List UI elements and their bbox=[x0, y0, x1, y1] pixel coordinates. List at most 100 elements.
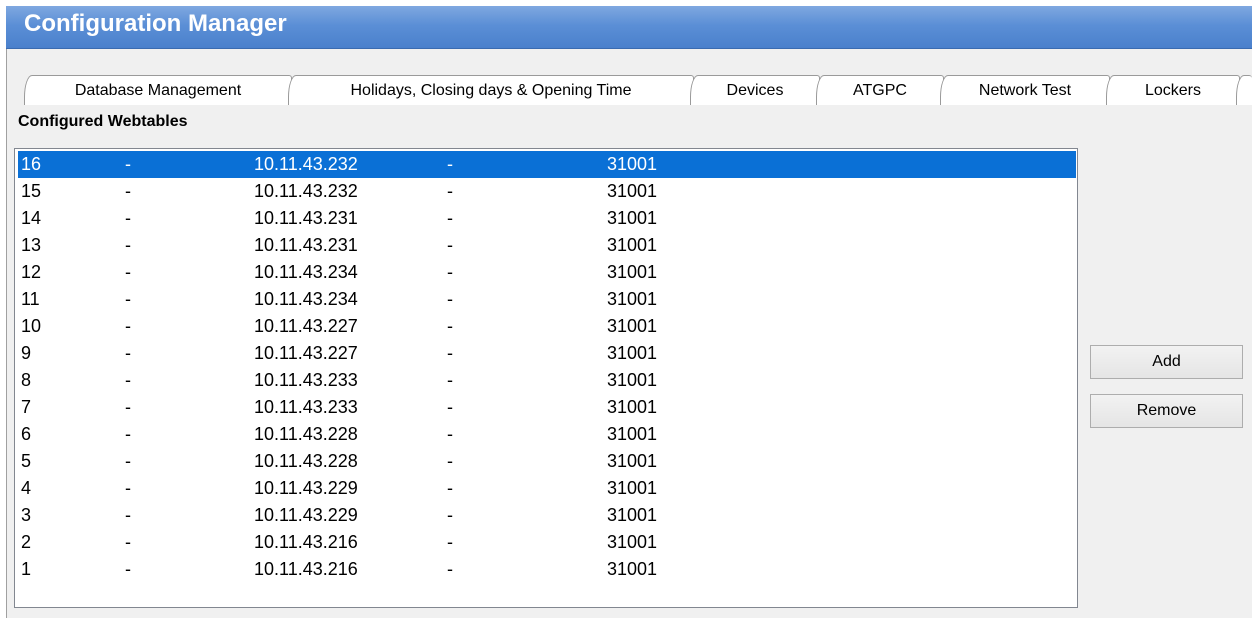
row-ip-address: 10.11.43.229 bbox=[254, 478, 358, 498]
row-separator: - bbox=[125, 154, 131, 174]
webtables-listbox[interactable]: 16-10.11.43.232-31001 15-10.11.43.232-310… bbox=[14, 148, 1078, 608]
row-separator: - bbox=[447, 343, 453, 363]
row-separator: - bbox=[125, 559, 131, 579]
row-ip-address: 10.11.43.228 bbox=[254, 451, 358, 471]
row-port: 31001 bbox=[607, 370, 658, 390]
row-separator: - bbox=[447, 532, 453, 552]
row-separator: - bbox=[447, 289, 453, 309]
row-port: 31001 bbox=[607, 505, 658, 525]
row-id: 5 bbox=[21, 451, 32, 471]
row-separator: - bbox=[447, 316, 453, 336]
tab-holidays-closing-days-opening-time[interactable]: Holidays, Closing days & Opening Time bbox=[288, 75, 694, 105]
tab-database-management[interactable]: Database Management bbox=[24, 75, 292, 105]
row-separator: - bbox=[125, 532, 131, 552]
row-port: 31001 bbox=[607, 478, 658, 498]
row-separator: - bbox=[447, 370, 453, 390]
row-ip-address: 10.11.43.233 bbox=[254, 397, 358, 417]
row-port: 31001 bbox=[607, 316, 658, 336]
tab-network-test[interactable]: Network Test bbox=[940, 75, 1110, 105]
row-separator: - bbox=[125, 451, 131, 471]
list-item[interactable]: 4 - 10.11.43.229 - 31001 bbox=[18, 475, 1076, 502]
row-id: 13 bbox=[21, 235, 42, 255]
list-item[interactable]: 3 - 10.11.43.229 - 31001 bbox=[18, 502, 1076, 529]
row-separator: - bbox=[447, 262, 453, 282]
row-ip-address: 10.11.43.216 bbox=[254, 559, 358, 579]
row-separator: - bbox=[125, 424, 131, 444]
row-separator: - bbox=[125, 235, 131, 255]
add-button-label: Add bbox=[1152, 353, 1181, 370]
row-ip-address: 10.11.43.234 bbox=[254, 262, 358, 282]
row-port: 31001 bbox=[607, 181, 658, 201]
remove-button-label: Remove bbox=[1136, 402, 1197, 419]
tab-atgpc[interactable]: ATGPC bbox=[816, 75, 944, 105]
row-ip-address: 10.11.43.216 bbox=[254, 532, 358, 552]
tab-label: Lockers bbox=[1144, 81, 1202, 99]
row-id: 15 bbox=[21, 181, 42, 201]
list-item[interactable]: 14 - 10.11.43.231 - 31001 bbox=[18, 205, 1076, 232]
list-item[interactable]: 1 - 10.11.43.216 - 31001 bbox=[18, 556, 1076, 583]
list-item[interactable]: 12 - 10.11.43.234 - 31001 bbox=[18, 259, 1076, 286]
section-label: Configured Webtables bbox=[18, 113, 188, 130]
configuration-manager-window: Configuration Manager Database Managemen… bbox=[0, 0, 1252, 618]
row-id: 14 bbox=[21, 208, 42, 228]
tab-lockers[interactable]: Lockers bbox=[1106, 75, 1240, 105]
row-port: 31001 bbox=[607, 559, 658, 579]
row-ip-address: 10.11.43.234 bbox=[254, 289, 358, 309]
list-item[interactable]: 16 - 10.11.43.232 - 31001 bbox=[18, 151, 1076, 178]
tab-devices[interactable]: Devices bbox=[690, 75, 820, 105]
tab-label: Devices bbox=[726, 81, 784, 99]
row-separator: - bbox=[125, 289, 131, 309]
row-separator: - bbox=[125, 505, 131, 525]
list-item[interactable]: 13 - 10.11.43.231 - 31001 bbox=[18, 232, 1076, 259]
row-ip-address: 10.11.43.232 bbox=[254, 181, 358, 201]
list-item[interactable]: 10 - 10.11.43.227 - 31001 bbox=[18, 313, 1076, 340]
list-item[interactable]: 7 - 10.11.43.233 - 31001 bbox=[18, 394, 1076, 421]
row-separator: - bbox=[447, 559, 453, 579]
row-id: 3 bbox=[21, 505, 32, 525]
row-separator: - bbox=[447, 154, 453, 174]
row-separator: - bbox=[447, 478, 453, 498]
list-item[interactable]: 9 - 10.11.43.227 - 31001 bbox=[18, 340, 1076, 367]
remove-button[interactable]: Remove bbox=[1090, 394, 1243, 428]
row-ip-address: 10.11.43.229 bbox=[254, 505, 358, 525]
row-ip-address: 10.11.43.231 bbox=[254, 235, 358, 255]
row-id: 16 bbox=[21, 154, 42, 174]
row-separator: - bbox=[447, 208, 453, 228]
window-title: Configuration Manager bbox=[24, 10, 287, 37]
row-port: 31001 bbox=[607, 262, 658, 282]
add-button[interactable]: Add bbox=[1090, 345, 1243, 379]
row-separator: - bbox=[125, 478, 131, 498]
tab-overflow[interactable] bbox=[1236, 75, 1252, 105]
tab-label: ATGPC bbox=[853, 81, 907, 99]
row-separator: - bbox=[125, 343, 131, 363]
row-separator: - bbox=[447, 505, 453, 525]
row-separator: - bbox=[125, 181, 131, 201]
list-item[interactable]: 15 - 10.11.43.232 - 31001 bbox=[18, 178, 1076, 205]
row-id: 7 bbox=[21, 397, 32, 417]
row-port: 31001 bbox=[607, 289, 658, 309]
row-port: 31001 bbox=[607, 343, 658, 363]
row-separator: - bbox=[125, 370, 131, 390]
row-separator: - bbox=[447, 235, 453, 255]
row-separator: - bbox=[447, 451, 453, 471]
list-item[interactable]: 6 - 10.11.43.228 - 31001 bbox=[18, 421, 1076, 448]
row-separator: - bbox=[447, 424, 453, 444]
row-id: 8 bbox=[21, 370, 32, 390]
list-item[interactable]: 11 - 10.11.43.234 - 31001 bbox=[18, 286, 1076, 313]
row-ip-address: 10.11.43.231 bbox=[254, 208, 358, 228]
list-item[interactable]: 8 - 10.11.43.233 - 31001 bbox=[18, 367, 1076, 394]
row-separator: - bbox=[125, 208, 131, 228]
row-port: 31001 bbox=[607, 397, 658, 417]
title-bar: Configuration Manager bbox=[6, 6, 1252, 49]
row-separator: - bbox=[447, 397, 453, 417]
row-separator: - bbox=[125, 262, 131, 282]
row-port: 31001 bbox=[607, 424, 658, 444]
row-ip-address: 10.11.43.228 bbox=[254, 424, 358, 444]
list-item[interactable]: 2 - 10.11.43.216 - 31001 bbox=[18, 529, 1076, 556]
row-id: 12 bbox=[21, 262, 42, 282]
row-port: 31001 bbox=[607, 532, 658, 552]
row-id: 9 bbox=[21, 343, 32, 363]
row-id: 2 bbox=[21, 532, 32, 552]
row-ip-address: 10.11.43.232 bbox=[254, 154, 358, 174]
list-item[interactable]: 5 - 10.11.43.228 - 31001 bbox=[18, 448, 1076, 475]
